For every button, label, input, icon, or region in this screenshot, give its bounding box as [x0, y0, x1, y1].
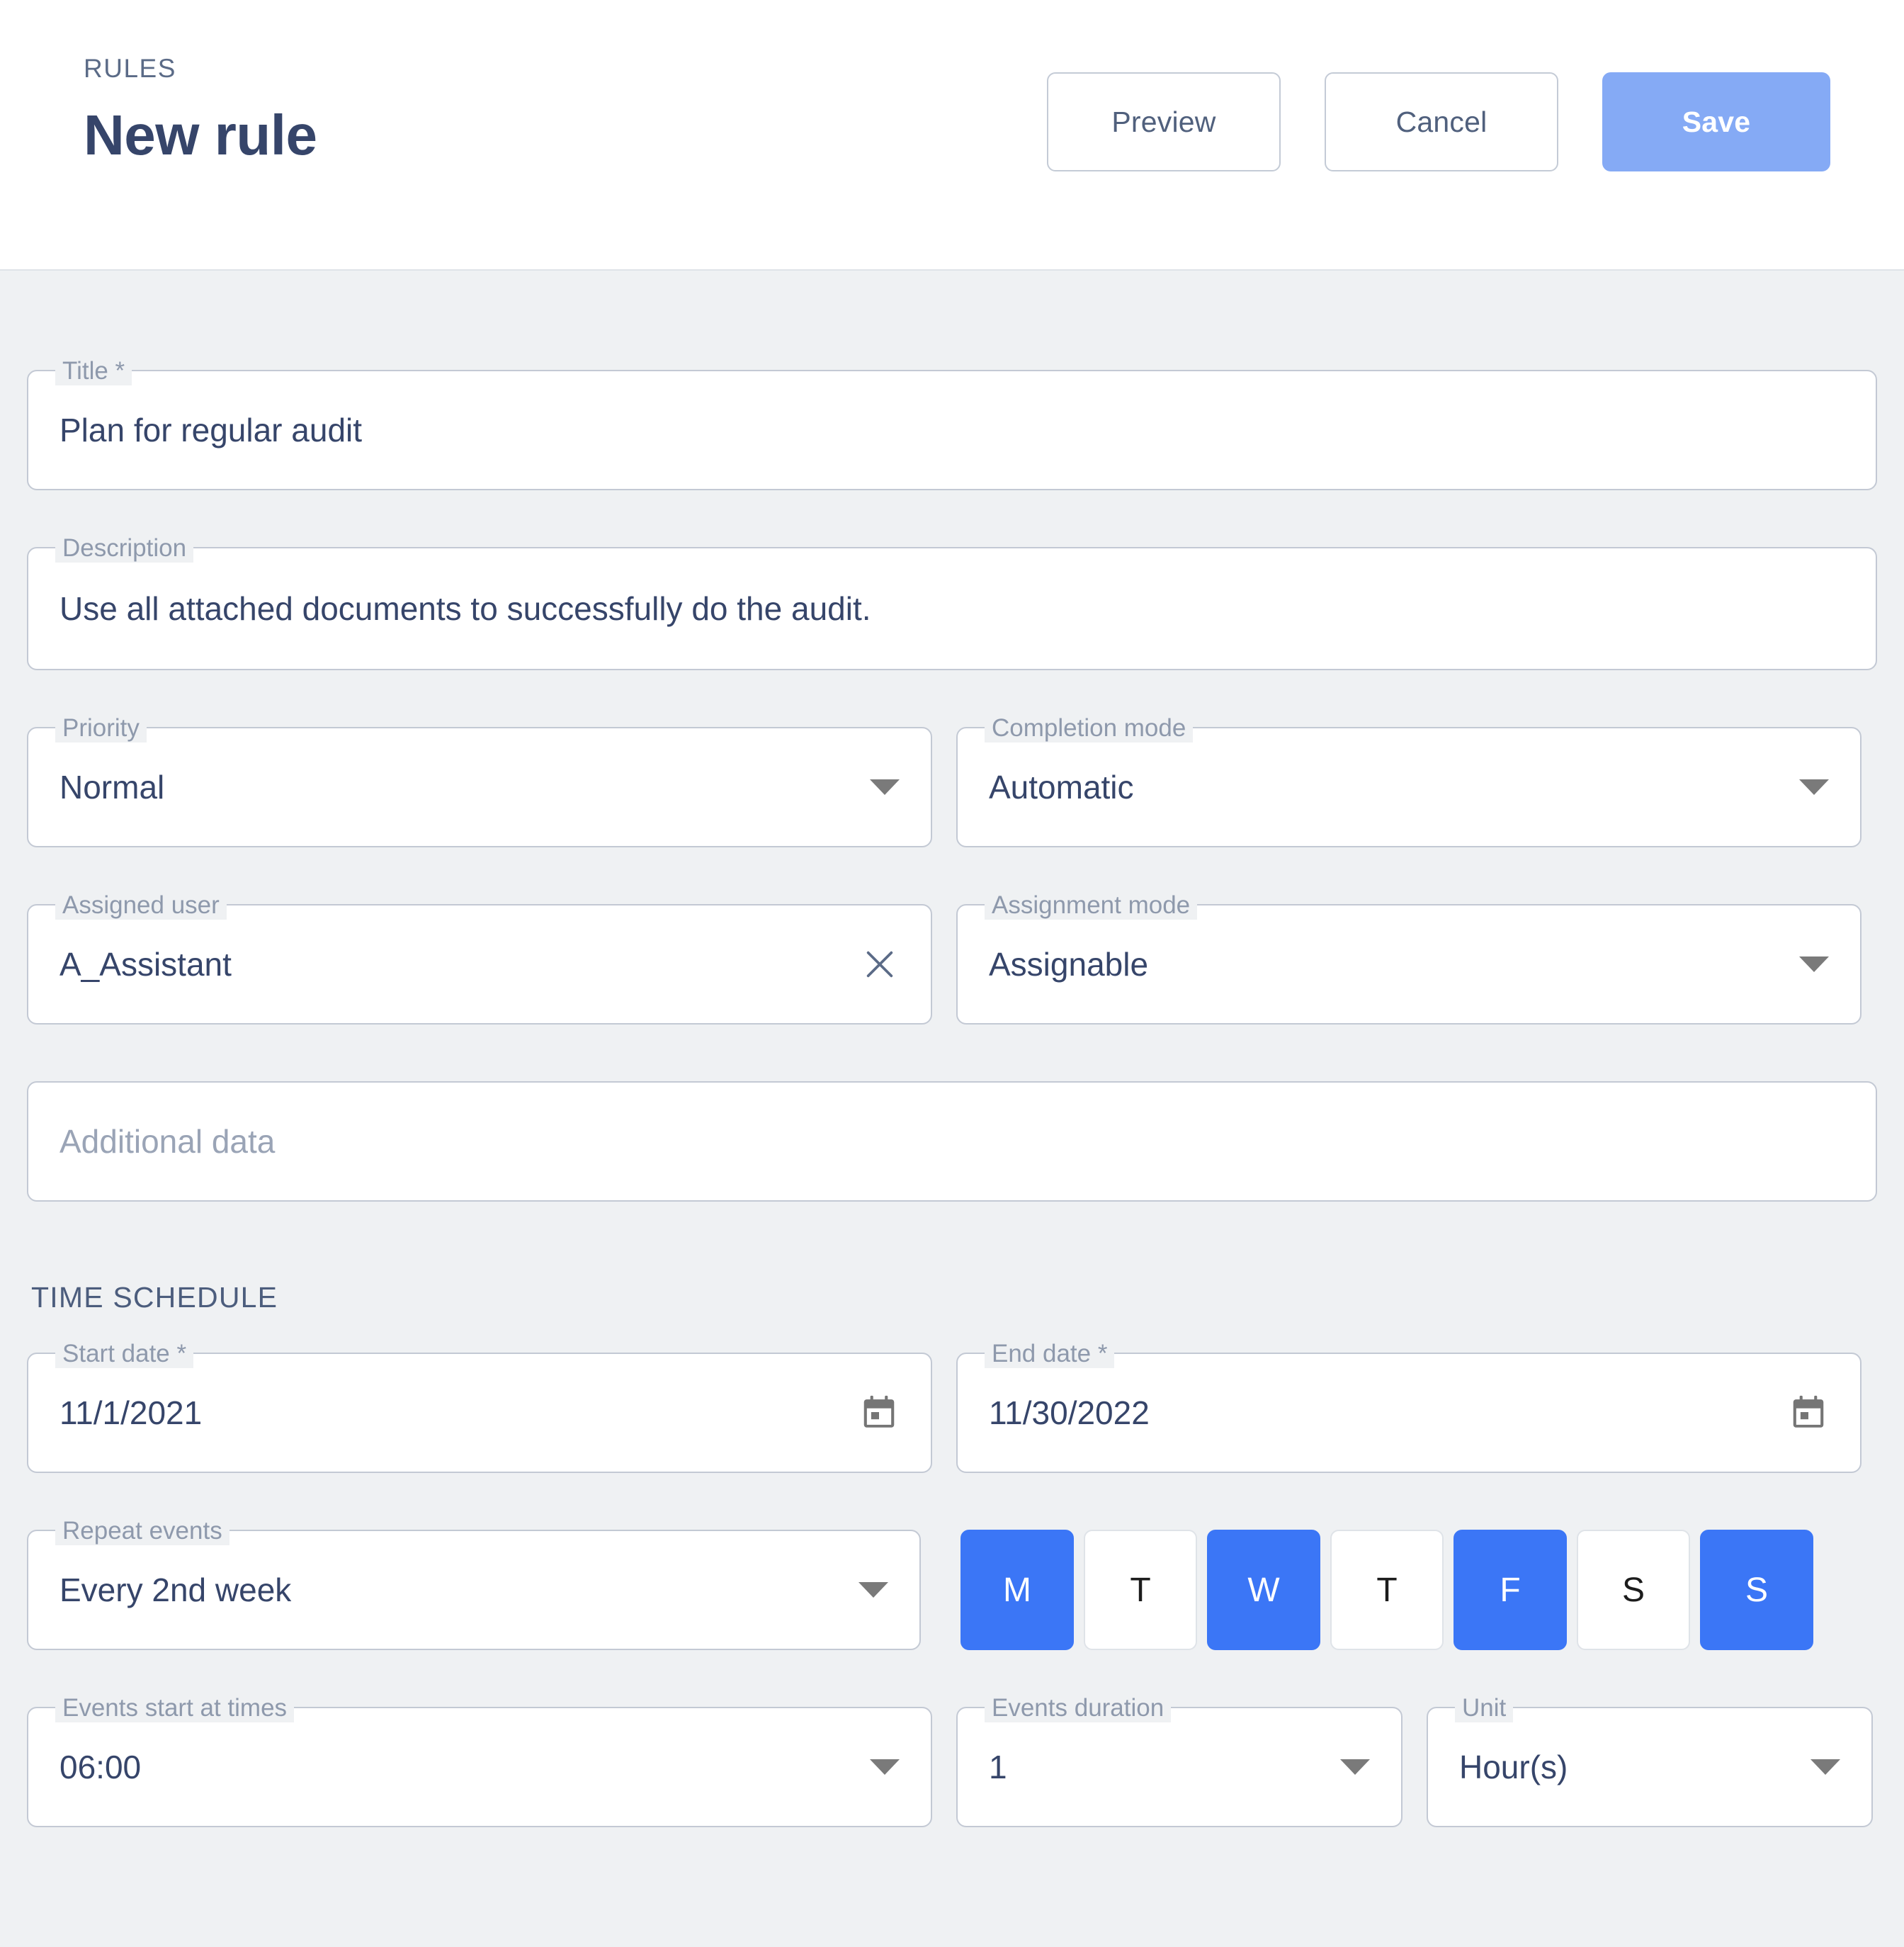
completion-mode-field-value: Automatic [989, 769, 1134, 806]
end-date-field-value: 11/30/2022 [989, 1394, 1150, 1431]
assignment-row: Assigned user A_Assistant Assignment mod… [27, 891, 1877, 1025]
assignment-mode-field-label: Assignment mode [985, 891, 1198, 920]
events-start-times-field[interactable]: Events start at times 06:00 [27, 1694, 932, 1827]
weekday-toggle-sunday[interactable]: S [1700, 1530, 1813, 1650]
start-date-field-value: 11/1/2021 [60, 1394, 203, 1431]
completion-mode-field-label: Completion mode [985, 714, 1194, 743]
chevron-down-icon[interactable] [858, 1582, 888, 1598]
repeat-events-field-label: Repeat events [55, 1517, 230, 1545]
assignment-mode-field[interactable]: Assignment mode Assignable [956, 891, 1862, 1025]
close-icon[interactable] [860, 944, 900, 984]
assigned-user-field[interactable]: Assigned user A_Assistant [27, 891, 932, 1025]
page-header: RULES New rule Preview Cancel Save [0, 0, 1904, 271]
priority-field-label: Priority [55, 714, 147, 743]
cancel-button[interactable]: Cancel [1325, 72, 1558, 171]
completion-mode-field[interactable]: Completion mode Automatic [956, 714, 1862, 847]
end-date-field-label: End date * [985, 1340, 1115, 1368]
unit-field-value: Hour(s) [1459, 1749, 1568, 1785]
preview-button[interactable]: Preview [1047, 72, 1281, 171]
weekday-toggle-saturday[interactable]: S [1577, 1530, 1690, 1650]
chevron-down-icon[interactable] [870, 1759, 900, 1775]
events-start-times-field-label: Events start at times [55, 1694, 295, 1722]
title-field[interactable]: Title * Plan for regular audit [27, 357, 1877, 490]
chevron-down-icon[interactable] [1810, 1759, 1840, 1775]
title-field-label: Title * [55, 357, 132, 385]
header-titles: RULES New rule [84, 55, 317, 164]
events-duration-field-label: Events duration [985, 1694, 1172, 1722]
unit-field-label: Unit [1455, 1694, 1514, 1722]
priority-completion-row: Priority Normal Completion mode Automati… [27, 714, 1877, 847]
start-date-field-label: Start date * [55, 1340, 194, 1368]
description-row: Description Use all attached documents t… [27, 534, 1877, 670]
weekday-toggle-tuesday[interactable]: T [1084, 1530, 1197, 1650]
assignment-mode-field-value: Assignable [989, 946, 1149, 983]
date-range-row: Start date * 11/1/2021 End date * 11/30/… [27, 1340, 1877, 1473]
priority-field-value: Normal [60, 769, 165, 806]
title-field-value: Plan for regular audit [60, 412, 363, 448]
breadcrumb: RULES [84, 54, 176, 83]
repeat-events-field-value: Every 2nd week [60, 1571, 292, 1608]
end-date-field[interactable]: End date * 11/30/2022 [956, 1340, 1862, 1473]
events-start-times-field-value: 06:00 [60, 1749, 142, 1785]
time-schedule-heading: TIME SCHEDULE [31, 1281, 278, 1314]
page-title: New rule [84, 103, 317, 167]
additional-data-row: Additional data [27, 1081, 1877, 1202]
weekday-toggle-group: M T W T F S S [960, 1530, 1813, 1650]
chevron-down-icon[interactable] [870, 779, 900, 795]
rule-form: Title * Plan for regular audit Descripti… [0, 271, 1904, 1827]
repeat-events-field[interactable]: Repeat events Every 2nd week [27, 1517, 921, 1650]
weekday-toggle-monday[interactable]: M [960, 1530, 1074, 1650]
header-actions: Preview Cancel Save [1047, 55, 1830, 171]
assigned-user-field-value: A_Assistant [60, 946, 232, 983]
chevron-down-icon[interactable] [1340, 1759, 1370, 1775]
additional-data-field[interactable]: Additional data [27, 1081, 1877, 1202]
weekday-toggle-thursday[interactable]: T [1330, 1530, 1444, 1650]
weekday-toggle-friday[interactable]: F [1454, 1530, 1567, 1650]
chevron-down-icon[interactable] [1799, 956, 1829, 972]
additional-data-placeholder: Additional data [60, 1123, 276, 1160]
weekday-toggle-wednesday[interactable]: W [1207, 1530, 1320, 1650]
chevron-down-icon[interactable] [1799, 779, 1829, 795]
start-date-field[interactable]: Start date * 11/1/2021 [27, 1340, 932, 1473]
priority-field[interactable]: Priority Normal [27, 714, 932, 847]
title-row: Title * Plan for regular audit [27, 357, 1877, 490]
description-field-value: Use all attached documents to successful… [60, 590, 871, 627]
assigned-user-field-label: Assigned user [55, 891, 227, 920]
events-duration-field-value: 1 [989, 1749, 1007, 1785]
unit-field[interactable]: Unit Hour(s) [1427, 1694, 1873, 1827]
calendar-icon[interactable] [1788, 1392, 1829, 1433]
events-duration-field[interactable]: Events duration 1 [956, 1694, 1402, 1827]
description-field[interactable]: Description Use all attached documents t… [27, 534, 1877, 670]
duration-row: Events start at times 06:00 Events durat… [27, 1694, 1877, 1827]
repeat-row: Repeat events Every 2nd week M T W T F S… [27, 1517, 1877, 1650]
description-field-label: Description [55, 534, 194, 563]
save-button[interactable]: Save [1602, 72, 1830, 171]
calendar-icon[interactable] [858, 1392, 900, 1433]
